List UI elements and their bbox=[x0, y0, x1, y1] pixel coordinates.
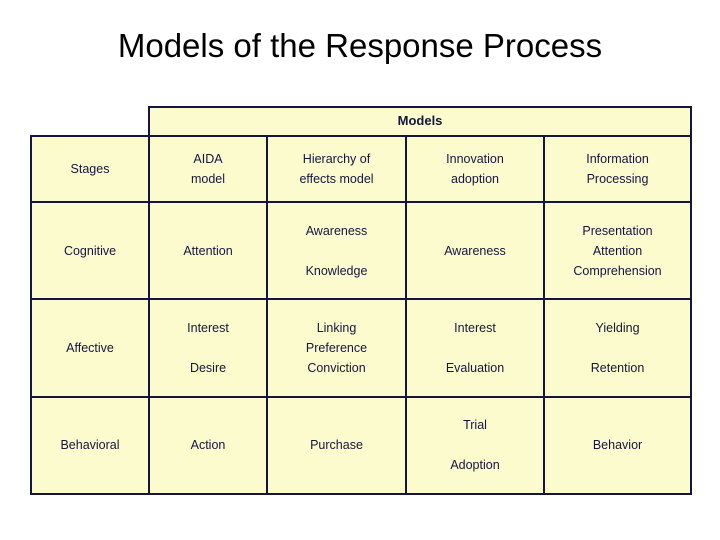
stage-label-cell-affective: Affective bbox=[30, 298, 150, 398]
column-header-line-2: adoption bbox=[451, 172, 499, 187]
cell-cognitive-information: Presentation Attention Comprehension bbox=[542, 201, 693, 301]
table-row: Cognitive Attention Awareness . Knowledg… bbox=[30, 201, 693, 301]
cell-line: Preference bbox=[305, 341, 368, 356]
cell-line: Adoption bbox=[450, 458, 500, 473]
cell-affective-information: Yielding . Retention bbox=[542, 298, 693, 398]
stage-label: Affective bbox=[66, 341, 114, 356]
table-row: Behavioral Action Purchase Trial . bbox=[30, 395, 693, 496]
cell-line: Awareness bbox=[444, 243, 506, 258]
column-header-aida: AIDA model bbox=[148, 134, 268, 204]
cell-line: Behavior bbox=[592, 438, 643, 453]
stages-header-label: Stages bbox=[70, 162, 110, 177]
column-header-line-1: Hierarchy of bbox=[302, 152, 371, 167]
stage-label: Cognitive bbox=[63, 243, 117, 258]
cell-line: Trial bbox=[463, 418, 487, 433]
cell-line: Knowledge bbox=[305, 263, 368, 278]
column-header-line-1: Information bbox=[586, 152, 649, 167]
column-header-innovation-adoption: Innovation adoption bbox=[405, 134, 545, 204]
cell-cognitive-innovation: Awareness bbox=[405, 201, 545, 301]
cell-behavioral-hierarchy: Purchase bbox=[266, 395, 407, 496]
cell-line: Yielding bbox=[595, 321, 640, 336]
stage-label-cell-cognitive: Cognitive bbox=[30, 201, 150, 301]
cell-line: Linking bbox=[316, 321, 357, 336]
cell-affective-aida: Interest . Desire bbox=[148, 298, 268, 398]
slide-canvas: Models of the Response Process Models St… bbox=[0, 0, 720, 540]
cell-line: Interest bbox=[187, 321, 229, 336]
column-header-information-processing: Information Processing bbox=[542, 134, 693, 204]
table-group-header-row: Models bbox=[31, 106, 693, 137]
cell-line: Attention bbox=[592, 243, 643, 258]
column-header-hierarchy-of-effects: Hierarchy of effects model bbox=[266, 134, 407, 204]
cell-behavioral-information: Behavior bbox=[542, 395, 693, 496]
cell-behavioral-innovation: Trial . Adoption bbox=[405, 395, 545, 496]
cell-line: Action bbox=[190, 438, 226, 453]
page-title: Models of the Response Process bbox=[117, 27, 603, 64]
cell-line: Conviction bbox=[307, 361, 366, 376]
cell-line: Retention bbox=[590, 361, 645, 376]
cell-line: Awareness bbox=[305, 223, 368, 238]
corner-blank-cell bbox=[31, 107, 149, 136]
column-header-line-2: model bbox=[190, 172, 226, 187]
table-column-header-row: Stages AIDA model Hierarchy of effects m… bbox=[30, 134, 693, 204]
cell-cognitive-hierarchy: Awareness . Knowledge bbox=[266, 201, 407, 301]
column-header-line-2: effects model bbox=[299, 172, 374, 187]
cell-affective-hierarchy: Linking Preference Conviction bbox=[266, 298, 407, 398]
cell-line: Evaluation bbox=[445, 361, 505, 376]
cell-behavioral-aida: Action bbox=[148, 395, 268, 496]
column-header-line-1: Innovation bbox=[446, 152, 504, 167]
stages-header-cell: Stages bbox=[30, 134, 150, 204]
stage-label-cell-behavioral: Behavioral bbox=[30, 395, 150, 496]
column-header-line-2: Processing bbox=[586, 172, 649, 187]
column-header-line-1: AIDA bbox=[193, 152, 223, 167]
cell-line: Comprehension bbox=[573, 263, 662, 278]
cell-line: Purchase bbox=[310, 438, 363, 453]
table-row: Affective Interest . Desire Linking Pref… bbox=[30, 298, 693, 398]
cell-cognitive-aida: Attention bbox=[148, 201, 268, 301]
cell-line: Presentation bbox=[582, 223, 653, 238]
stage-label: Behavioral bbox=[60, 438, 120, 453]
cell-line: Desire bbox=[189, 361, 227, 376]
response-models-table: Models Stages AIDA model Hierarchy of ef… bbox=[30, 106, 693, 496]
cell-affective-innovation: Interest . Evaluation bbox=[405, 298, 545, 398]
cell-line: Attention bbox=[183, 243, 233, 258]
models-group-header: Models bbox=[147, 106, 693, 137]
cell-line: Interest bbox=[454, 321, 496, 336]
